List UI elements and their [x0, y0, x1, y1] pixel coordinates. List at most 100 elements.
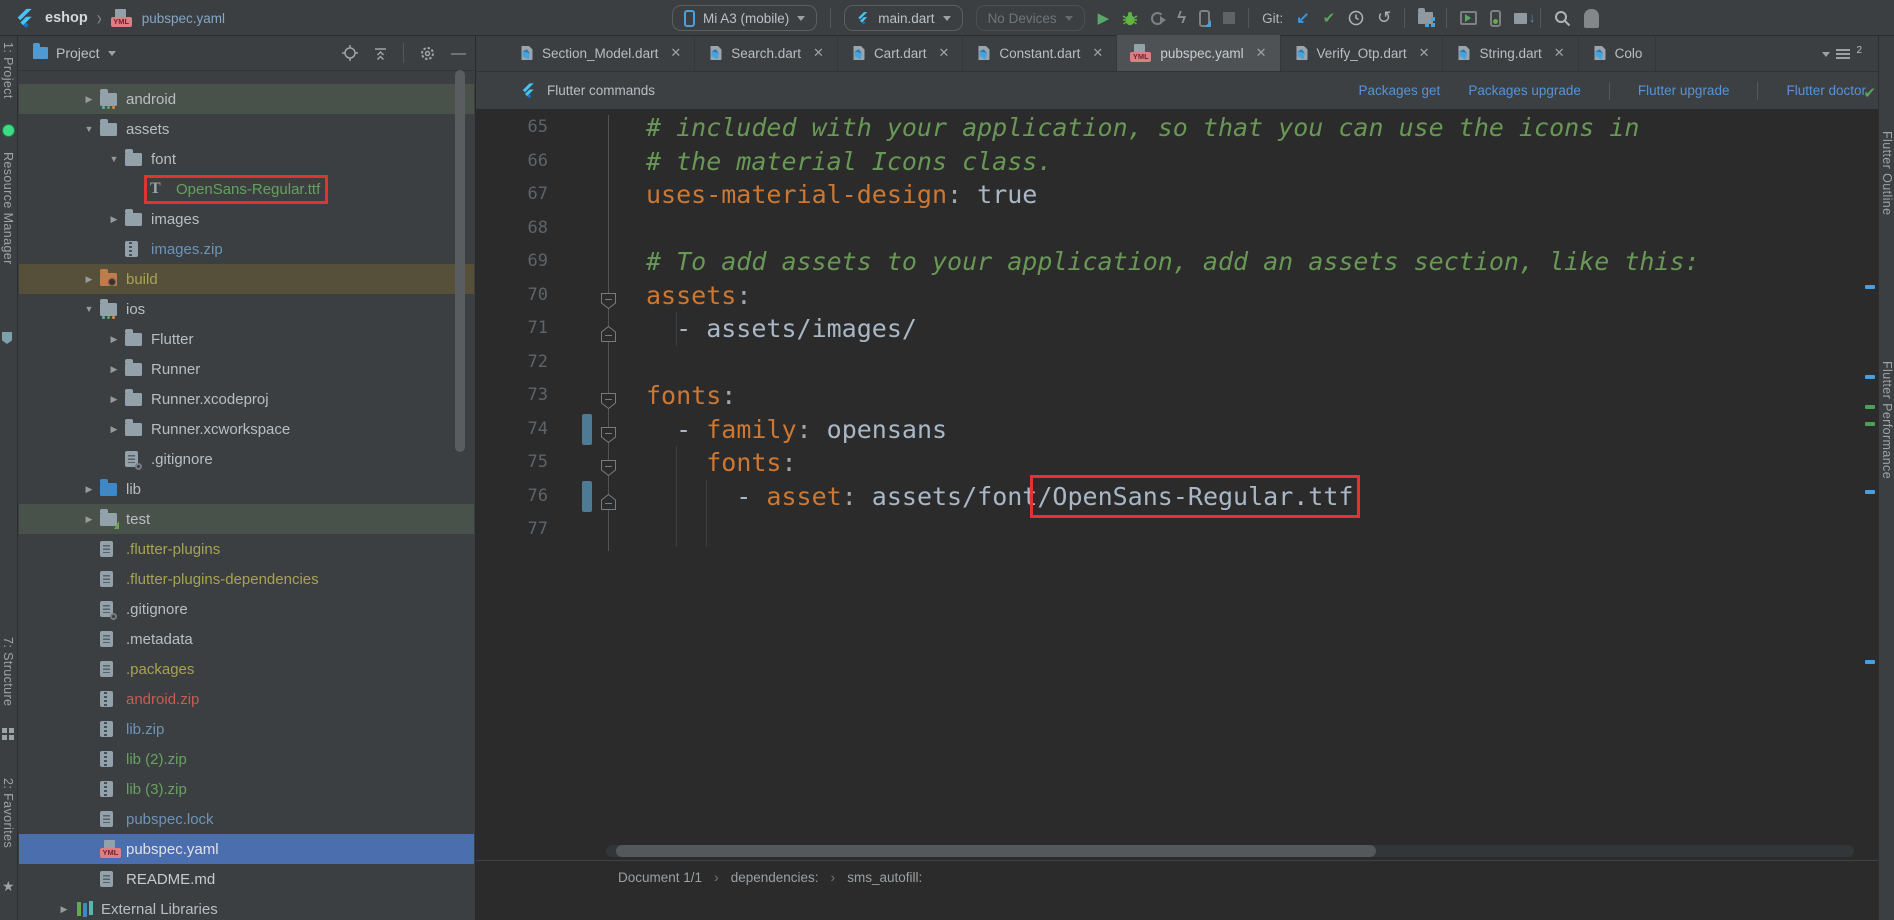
tree-item[interactable]: .packages	[19, 654, 474, 684]
breadcrumb-item[interactable]: sms_autofill:	[847, 870, 922, 885]
chevron-collapsed-icon[interactable]: ▶	[53, 904, 75, 915]
editor-tab[interactable]: Section_Model.dart✕	[506, 35, 695, 71]
tree-item[interactable]: ▶images	[19, 204, 474, 234]
flutter-attach-button[interactable]	[1199, 10, 1210, 27]
tree-item[interactable]: .metadata	[19, 624, 474, 654]
run-window-icon[interactable]	[1460, 11, 1477, 25]
tool-button-favorites[interactable]: 2: Favorites	[1, 778, 15, 848]
tree-item[interactable]: android.zip	[19, 684, 474, 714]
tree-item[interactable]: ▼assets	[19, 114, 474, 144]
hot-restart-icon[interactable]: ϟ	[1177, 8, 1186, 28]
project-scrollbar[interactable]	[455, 70, 465, 452]
tree-item[interactable]: ▼ios	[19, 294, 474, 324]
device-selector-dropdown[interactable]: Mi A3 (mobile)	[672, 5, 817, 31]
rollback-icon[interactable]: ↺	[1377, 8, 1391, 28]
inspections-ok-icon[interactable]: ✔	[1863, 84, 1876, 102]
debug-button[interactable]	[1122, 10, 1138, 26]
tool-button-flutter-performance[interactable]: Flutter Performance	[1880, 361, 1894, 479]
tree-item[interactable]: lib (2).zip	[19, 744, 474, 774]
error-stripe-mark[interactable]	[1865, 490, 1875, 494]
run-config-dropdown[interactable]: main.dart	[844, 5, 962, 31]
target-device-dropdown[interactable]: No Devices	[976, 5, 1085, 31]
tool-button-resource-manager[interactable]: Resource Manager	[1, 152, 15, 265]
android-avd-icon[interactable]	[2, 124, 15, 137]
tab-close-icon[interactable]: ✕	[938, 45, 949, 61]
editor-tab[interactable]: Verify_Otp.dart✕	[1281, 35, 1444, 71]
editor-tab[interactable]: Cart.dart✕	[838, 35, 963, 71]
git-commit-icon[interactable]: ✔	[1323, 9, 1336, 27]
breadcrumb-file[interactable]: pubspec.yaml	[142, 11, 225, 26]
tab-close-icon[interactable]: ✕	[1554, 45, 1565, 61]
error-stripe-mark[interactable]	[1865, 422, 1875, 426]
tab-close-icon[interactable]: ✕	[813, 45, 824, 61]
hidden-tabs-icon[interactable]	[1836, 49, 1850, 51]
project-view-title[interactable]: Project	[56, 45, 100, 61]
tree-item[interactable]: pubspec.lock	[19, 804, 474, 834]
run-button[interactable]: ▶	[1098, 9, 1110, 27]
search-icon[interactable]	[1554, 10, 1571, 27]
error-stripe-mark[interactable]	[1865, 405, 1875, 409]
tree-item[interactable]: ▶Flutter	[19, 324, 474, 354]
tool-button-project[interactable]: 1: Project	[1, 42, 15, 99]
breadcrumb-project[interactable]: eshop	[45, 10, 88, 26]
tree-item[interactable]: ▶Runner	[19, 354, 474, 384]
tree-item[interactable]: images.zip	[19, 234, 474, 264]
tab-close-icon[interactable]: ✕	[670, 45, 681, 61]
flutter-upgrade-link[interactable]: Flutter upgrade	[1638, 83, 1730, 98]
tree-item[interactable]: ▶lib	[19, 474, 474, 504]
structure-icon[interactable]	[2, 728, 7, 733]
tree-item[interactable]: README.md	[19, 864, 474, 894]
chevron-collapsed-icon[interactable]: ▶	[78, 514, 100, 525]
locate-file-icon[interactable]	[342, 45, 358, 61]
editor-tab[interactable]: Colo	[1579, 35, 1657, 71]
breadcrumb-item[interactable]: Document 1/1	[618, 870, 702, 885]
tree-item[interactable]: ▶Runner.xcworkspace	[19, 414, 474, 444]
tree-item[interactable]: .flutter-plugins	[19, 534, 474, 564]
profile-avatar-icon[interactable]	[1584, 9, 1599, 28]
chevron-collapsed-icon[interactable]: ▶	[103, 334, 125, 345]
editor-tab[interactable]: Constant.dart✕	[963, 35, 1117, 71]
breadcrumb-item[interactable]: dependencies:	[731, 870, 819, 885]
flutter-doctor-link[interactable]: Flutter doctor	[1786, 83, 1866, 98]
editor-tab[interactable]: String.dart✕	[1443, 35, 1578, 71]
chevron-collapsed-icon[interactable]: ▶	[103, 214, 125, 225]
chevron-expanded-icon[interactable]: ▼	[78, 304, 100, 314]
chevron-collapsed-icon[interactable]: ▶	[78, 484, 100, 495]
tree-item[interactable]: ▶android	[19, 84, 474, 114]
packages-upgrade-link[interactable]: Packages upgrade	[1468, 83, 1581, 98]
stop-button[interactable]	[1223, 12, 1235, 24]
packages-get-link[interactable]: Packages get	[1359, 83, 1441, 98]
tab-close-icon[interactable]: ✕	[1092, 45, 1103, 61]
tool-button-structure[interactable]: 7: Structure	[1, 637, 15, 706]
profile-button[interactable]	[1151, 12, 1164, 25]
error-stripe-mark[interactable]	[1865, 660, 1875, 664]
pin-icon[interactable]	[2, 332, 12, 344]
tree-item[interactable]: ▶External Libraries	[19, 894, 474, 920]
error-stripe-mark[interactable]	[1865, 375, 1875, 379]
tab-close-icon[interactable]: ✕	[1256, 45, 1267, 61]
chevron-expanded-icon[interactable]: ▼	[78, 124, 100, 134]
editor-tab[interactable]: YMLpubspec.yaml✕	[1117, 35, 1280, 71]
tree-item[interactable]: .gitignore	[19, 594, 474, 624]
chevron-collapsed-icon[interactable]: ▶	[103, 364, 125, 375]
tree-item[interactable]: YMLpubspec.yaml	[19, 834, 474, 864]
tool-button-flutter-outline[interactable]: Flutter Outline	[1880, 131, 1894, 216]
tree-item[interactable]: ▶test	[19, 504, 474, 534]
chevron-collapsed-icon[interactable]: ▶	[103, 424, 125, 435]
chevron-down-icon[interactable]	[108, 51, 116, 56]
tree-item[interactable]: ▼font	[19, 144, 474, 174]
device-manager-icon[interactable]	[1490, 10, 1501, 27]
tree-item[interactable]: lib (3).zip	[19, 774, 474, 804]
tab-close-icon[interactable]: ✕	[1419, 45, 1430, 61]
editor-tab[interactable]: Search.dart✕	[695, 35, 838, 71]
hide-panel-icon[interactable]: —	[451, 45, 466, 62]
git-update-icon[interactable]: ↙	[1296, 8, 1309, 28]
collapse-all-icon[interactable]	[373, 46, 388, 61]
tree-item[interactable]: lib.zip	[19, 714, 474, 744]
tree-item[interactable]: .gitignore	[19, 444, 474, 474]
code-editor[interactable]: 65# included with your application, so t…	[476, 111, 1878, 920]
history-clock-icon[interactable]	[1348, 10, 1364, 26]
project-structure-icon[interactable]	[1418, 12, 1433, 24]
chevron-collapsed-icon[interactable]: ▶	[103, 394, 125, 405]
tree-item[interactable]: .flutter-plugins-dependencies	[19, 564, 474, 594]
